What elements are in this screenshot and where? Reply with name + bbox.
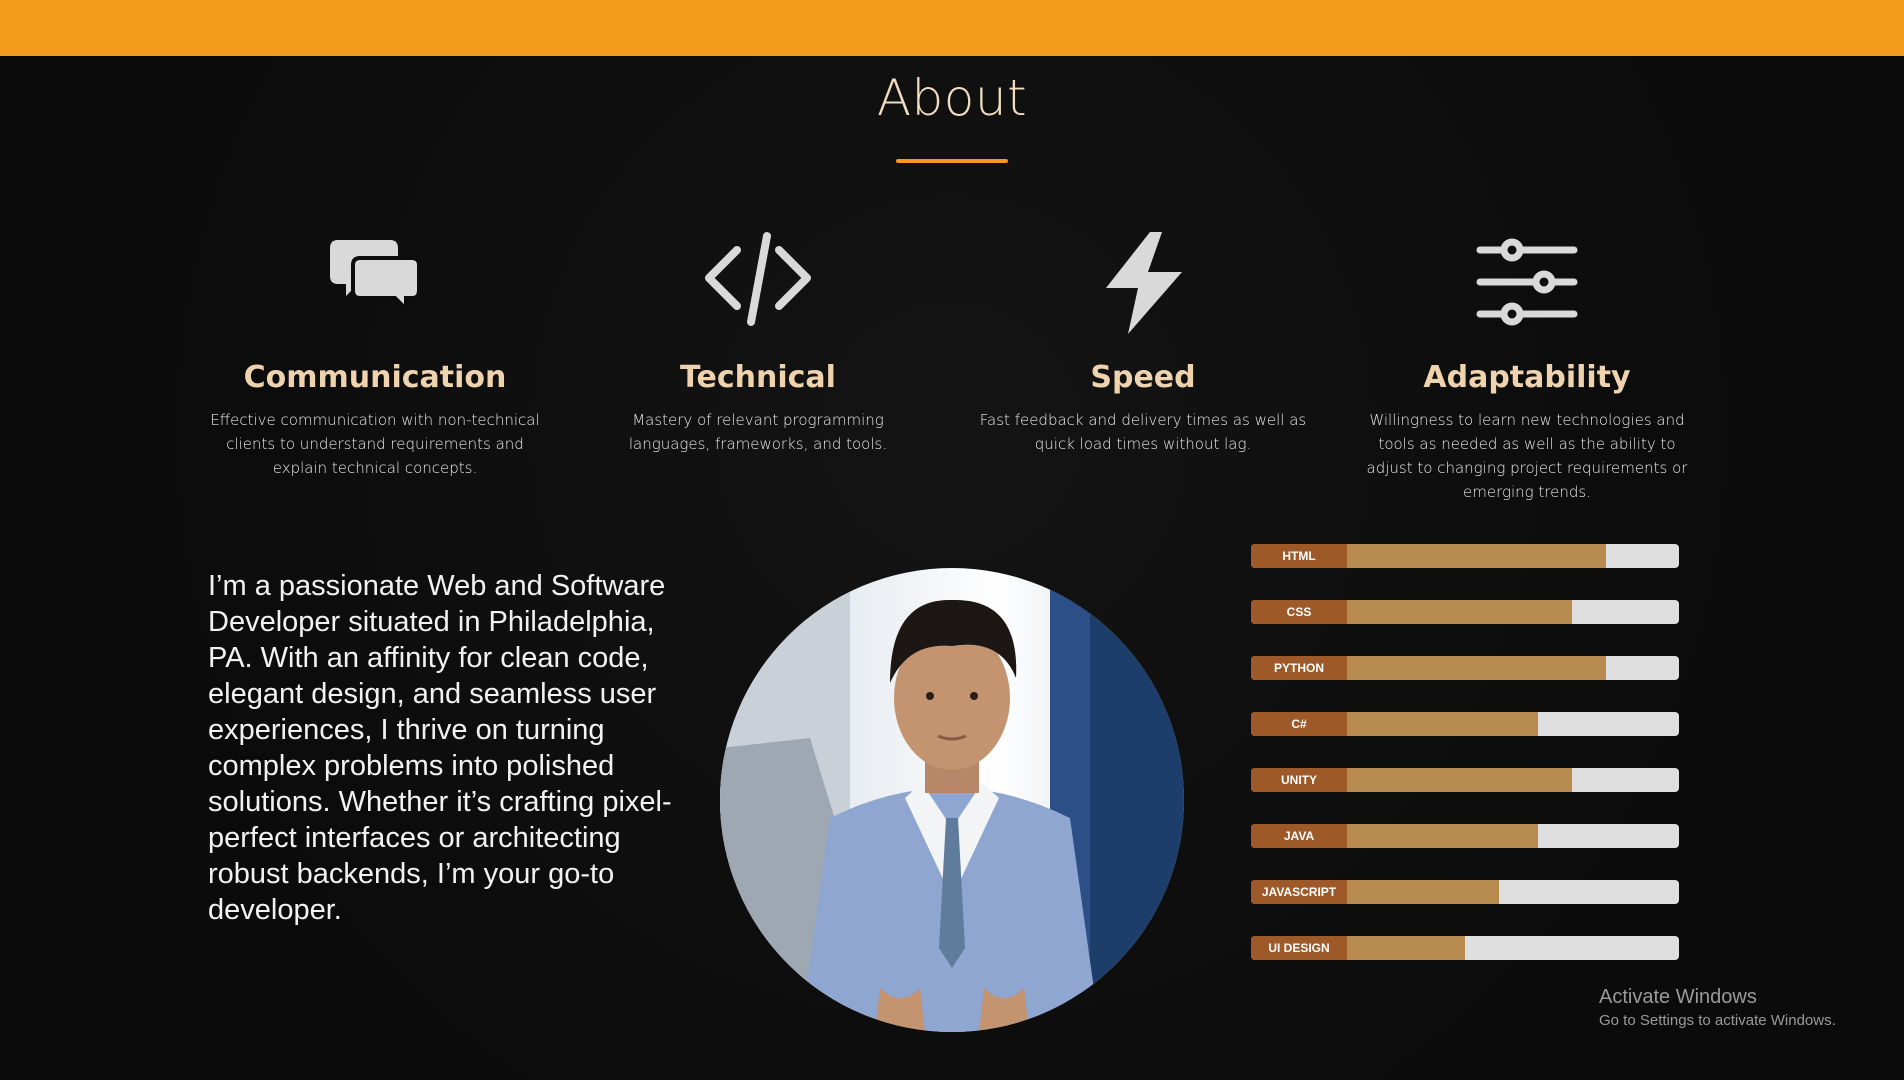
- chat-bubbles-icon: [330, 240, 421, 314]
- skill-label: UI DESIGN: [1251, 936, 1347, 960]
- portrait-photo: [720, 568, 1184, 1032]
- lightning-bolt-icon: [1106, 232, 1182, 334]
- feature-description: Willingness to learn new technologies an…: [1366, 411, 1688, 501]
- feature-title: Adaptability: [1423, 360, 1631, 395]
- feature-communication: Communication Effective communication wi…: [210, 228, 540, 480]
- activate-windows-watermark: Activate Windows Go to Settings to activ…: [1599, 985, 1836, 1031]
- skill-bar: PYTHON: [1251, 656, 1679, 680]
- feature-description: Effective communication with non-technic…: [210, 411, 540, 477]
- skill-bar: CSS: [1251, 600, 1679, 624]
- person-portrait-icon: [720, 568, 1184, 1032]
- code-icon: [705, 232, 811, 326]
- skill-bar: HTML: [1251, 544, 1679, 568]
- skill-label: CSS: [1251, 600, 1347, 624]
- skill-bar: UI DESIGN: [1251, 936, 1679, 960]
- skill-label: JAVA: [1251, 824, 1347, 848]
- watermark-subtitle: Go to Settings to activate Windows.: [1599, 1012, 1836, 1029]
- page-title: About: [876, 69, 1028, 127]
- feature-adaptability: Adaptability Willingness to learn new te…: [1362, 228, 1692, 504]
- skill-label: PYTHON: [1251, 656, 1347, 680]
- feature-speed: Speed Fast feedback and delivery times a…: [978, 228, 1308, 456]
- skill-label: UNITY: [1251, 768, 1347, 792]
- intro-text: I’m a passionate Web and Software Develo…: [208, 570, 672, 926]
- skill-label: JAVASCRIPT: [1251, 880, 1347, 904]
- feature-technical: Technical Mastery of relevant programmin…: [593, 228, 923, 456]
- top-bar: [0, 0, 1904, 56]
- title-underline: [896, 159, 1008, 163]
- watermark-title: Activate Windows: [1599, 986, 1757, 1008]
- feature-description: Fast feedback and delivery times as well…: [979, 411, 1307, 453]
- skill-bar: JAVASCRIPT: [1251, 880, 1679, 904]
- skill-label: HTML: [1251, 544, 1347, 568]
- feature-title: Speed: [1090, 360, 1196, 395]
- sliders-icon: [1476, 238, 1578, 326]
- feature-title: Communication: [243, 360, 507, 395]
- skills-list: HTML CSS PYTHON C# UNITY JAVA JAVASCRIPT…: [1251, 544, 1679, 992]
- skill-label: C#: [1251, 712, 1347, 736]
- feature-description: Mastery of relevant programming language…: [628, 411, 888, 453]
- skill-bar: C#: [1251, 712, 1679, 736]
- skill-bar: JAVA: [1251, 824, 1679, 848]
- skill-bar: UNITY: [1251, 768, 1679, 792]
- feature-title: Technical: [680, 360, 836, 395]
